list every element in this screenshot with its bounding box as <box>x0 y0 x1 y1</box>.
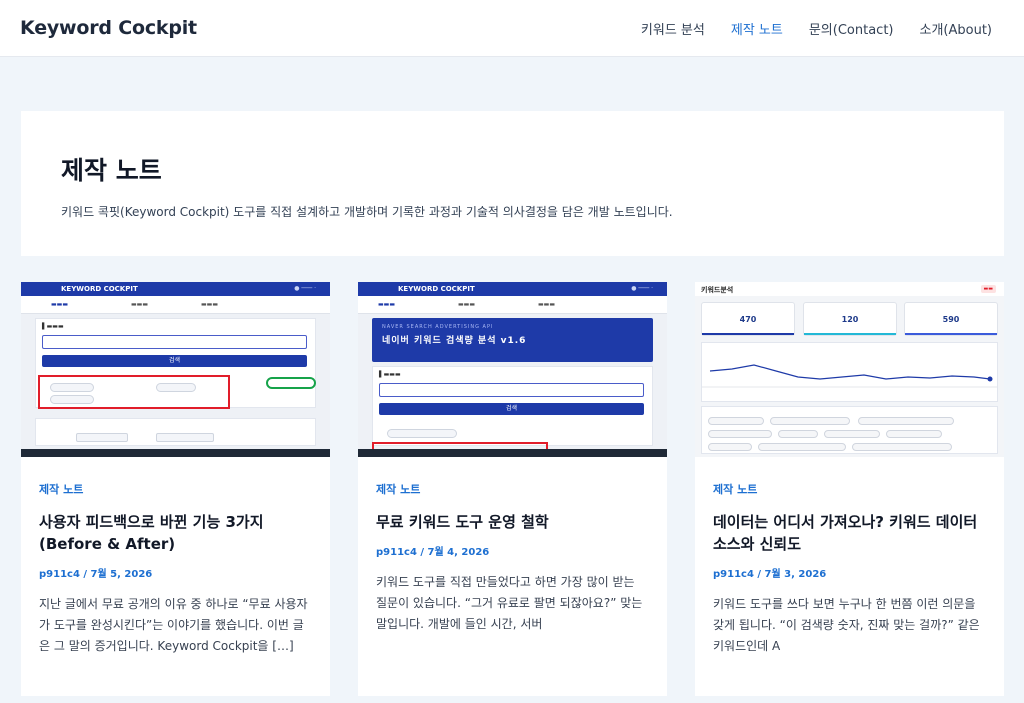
post-excerpt: 키워드 도구를 직접 만들었다고 하면 가장 많이 받는 질문이 있습니다. “… <box>376 575 643 631</box>
mock-label: ▌▬▬▬ <box>379 371 401 378</box>
highlight-oval <box>266 377 316 389</box>
mock-logo: KEYWORD COCKPIT <box>61 285 138 293</box>
mock-status: ● ─── · <box>294 285 316 292</box>
mock-tab: ▬▬▬ <box>378 301 396 308</box>
post-title[interactable]: 사용자 피드백으로 바뀐 기능 3가지 (Before & After) <box>39 511 312 555</box>
mock-tab: ▬▬▬ <box>51 301 69 308</box>
nav-item-keyword-analysis[interactable]: 키워드 분석 <box>641 19 705 38</box>
mock-tab: ▬▬▬ <box>131 301 149 308</box>
post-excerpt: 키워드 도구를 쓰다 보면 누구나 한 번쯤 이런 의문을 갖게 됩니다. “이… <box>713 597 980 653</box>
post-excerpt: 지난 글에서 무료 공개의 이유 중 하나로 “무료 사용자가 도구를 완성시킨… <box>39 597 308 653</box>
mock-search-button: 검색 <box>379 403 644 415</box>
mock-panel: ▌▬▬▬ 검색 <box>372 366 653 446</box>
site-title[interactable]: Keyword Cockpit <box>20 17 197 39</box>
highlight-box <box>38 375 230 409</box>
mock-trend-panel <box>701 342 998 402</box>
mock-panel <box>35 418 316 446</box>
post-category[interactable]: 제작 노트 <box>713 481 986 497</box>
mock-kpi-value: 120 <box>841 315 859 324</box>
mock-tab: ▬▬▬ <box>538 301 556 308</box>
mock-kpi-card: 470 <box>701 302 795 336</box>
mock-chip <box>76 433 128 442</box>
mock-search-button: 검색 <box>42 355 307 367</box>
site-header: Keyword Cockpit 키워드 분석 제작 노트 문의(Contact)… <box>0 0 1024 57</box>
mock-kpi-card: 120 <box>803 302 897 336</box>
nav-item-about[interactable]: 소개(About) <box>920 19 993 38</box>
post-card: KEYWORD COCKPIT ● ─── · ▬▬▬ ▬▬▬ ▬▬▬ ▌▬▬▬… <box>21 282 330 696</box>
nav-item-contact[interactable]: 문의(Contact) <box>809 19 894 38</box>
mock-banner-subtitle: NAVER SEARCH ADVERTISING API <box>382 324 494 330</box>
mock-topbar: KEYWORD COCKPIT ● ─── · <box>21 282 330 296</box>
mock-kpi-value: 590 <box>942 315 960 324</box>
mock-tabs: ▬▬▬ ▬▬▬ ▬▬▬ <box>358 296 667 314</box>
post-meta[interactable]: p911c4 / 7월 5, 2026 <box>39 565 312 580</box>
post-thumbnail[interactable]: KEYWORD COCKPIT ● ─── · ▬▬▬ ▬▬▬ ▬▬▬ NAVE… <box>358 282 667 457</box>
mock-chip <box>387 429 457 438</box>
mock-banner-title: 네이버 키워드 검색량 분석 v1.6 <box>382 336 527 346</box>
mock-badge: ▬▬ <box>980 285 996 293</box>
mock-banner: NAVER SEARCH ADVERTISING API 네이버 키워드 검색량… <box>372 318 653 362</box>
main-nav: 키워드 분석 제작 노트 문의(Contact) 소개(About) <box>615 19 992 38</box>
mock-label: ▌▬▬▬ <box>42 323 64 330</box>
mock-tag-panel <box>701 406 998 454</box>
page-title: 제작 노트 <box>61 156 162 185</box>
mock-status: ● ─── · <box>631 285 653 292</box>
post-card: 키워드분석 ▬▬ 470 120 590 제작 노트 데이터는 어디서 가져오나… <box>695 282 1004 696</box>
post-card: KEYWORD COCKPIT ● ─── · ▬▬▬ ▬▬▬ ▬▬▬ NAVE… <box>358 282 667 696</box>
mock-topbar: KEYWORD COCKPIT ● ─── · <box>358 282 667 296</box>
mock-kpi-value: 470 <box>739 315 757 324</box>
archive-header: 제작 노트 키워드 콕핏(Keyword Cockpit) 도구를 직접 설계하… <box>21 111 1004 256</box>
mock-tabs: ▬▬▬ ▬▬▬ ▬▬▬ <box>21 296 330 314</box>
post-thumbnail[interactable]: KEYWORD COCKPIT ● ─── · ▬▬▬ ▬▬▬ ▬▬▬ ▌▬▬▬… <box>21 282 330 457</box>
post-list: KEYWORD COCKPIT ● ─── · ▬▬▬ ▬▬▬ ▬▬▬ ▌▬▬▬… <box>21 282 1004 696</box>
mock-tab: ▬▬▬ <box>458 301 476 308</box>
post-title[interactable]: 데이터는 어디서 가져오나? 키워드 데이터 소스와 신뢰도 <box>713 511 986 555</box>
mock-chip <box>156 433 214 442</box>
mock-logo: KEYWORD COCKPIT <box>398 285 475 293</box>
mock-input <box>42 335 307 349</box>
mock-dashboard-header: 키워드분석 ▬▬ <box>695 282 1004 296</box>
post-title[interactable]: 무료 키워드 도구 운영 철학 <box>376 511 649 533</box>
mock-kpi-card: 590 <box>904 302 998 336</box>
mock-trend-chart <box>702 364 997 388</box>
post-meta[interactable]: p911c4 / 7월 4, 2026 <box>376 543 649 558</box>
post-thumbnail[interactable]: 키워드분석 ▬▬ 470 120 590 <box>695 282 1004 457</box>
mock-input <box>379 383 644 397</box>
mock-panel: ▌▬▬▬ 검색 <box>35 318 316 409</box>
nav-item-production-notes[interactable]: 제작 노트 <box>731 19 783 38</box>
post-category[interactable]: 제작 노트 <box>39 481 312 497</box>
page-description: 키워드 콕핏(Keyword Cockpit) 도구를 직접 설계하고 개발하며… <box>61 205 673 219</box>
mock-tab: ▬▬▬ <box>201 301 219 308</box>
post-meta[interactable]: p911c4 / 7월 3, 2026 <box>713 565 986 580</box>
post-category[interactable]: 제작 노트 <box>376 481 649 497</box>
mock-footer <box>358 449 667 457</box>
mock-footer <box>21 449 330 457</box>
mock-dashboard-title: 키워드분석 <box>701 286 734 294</box>
